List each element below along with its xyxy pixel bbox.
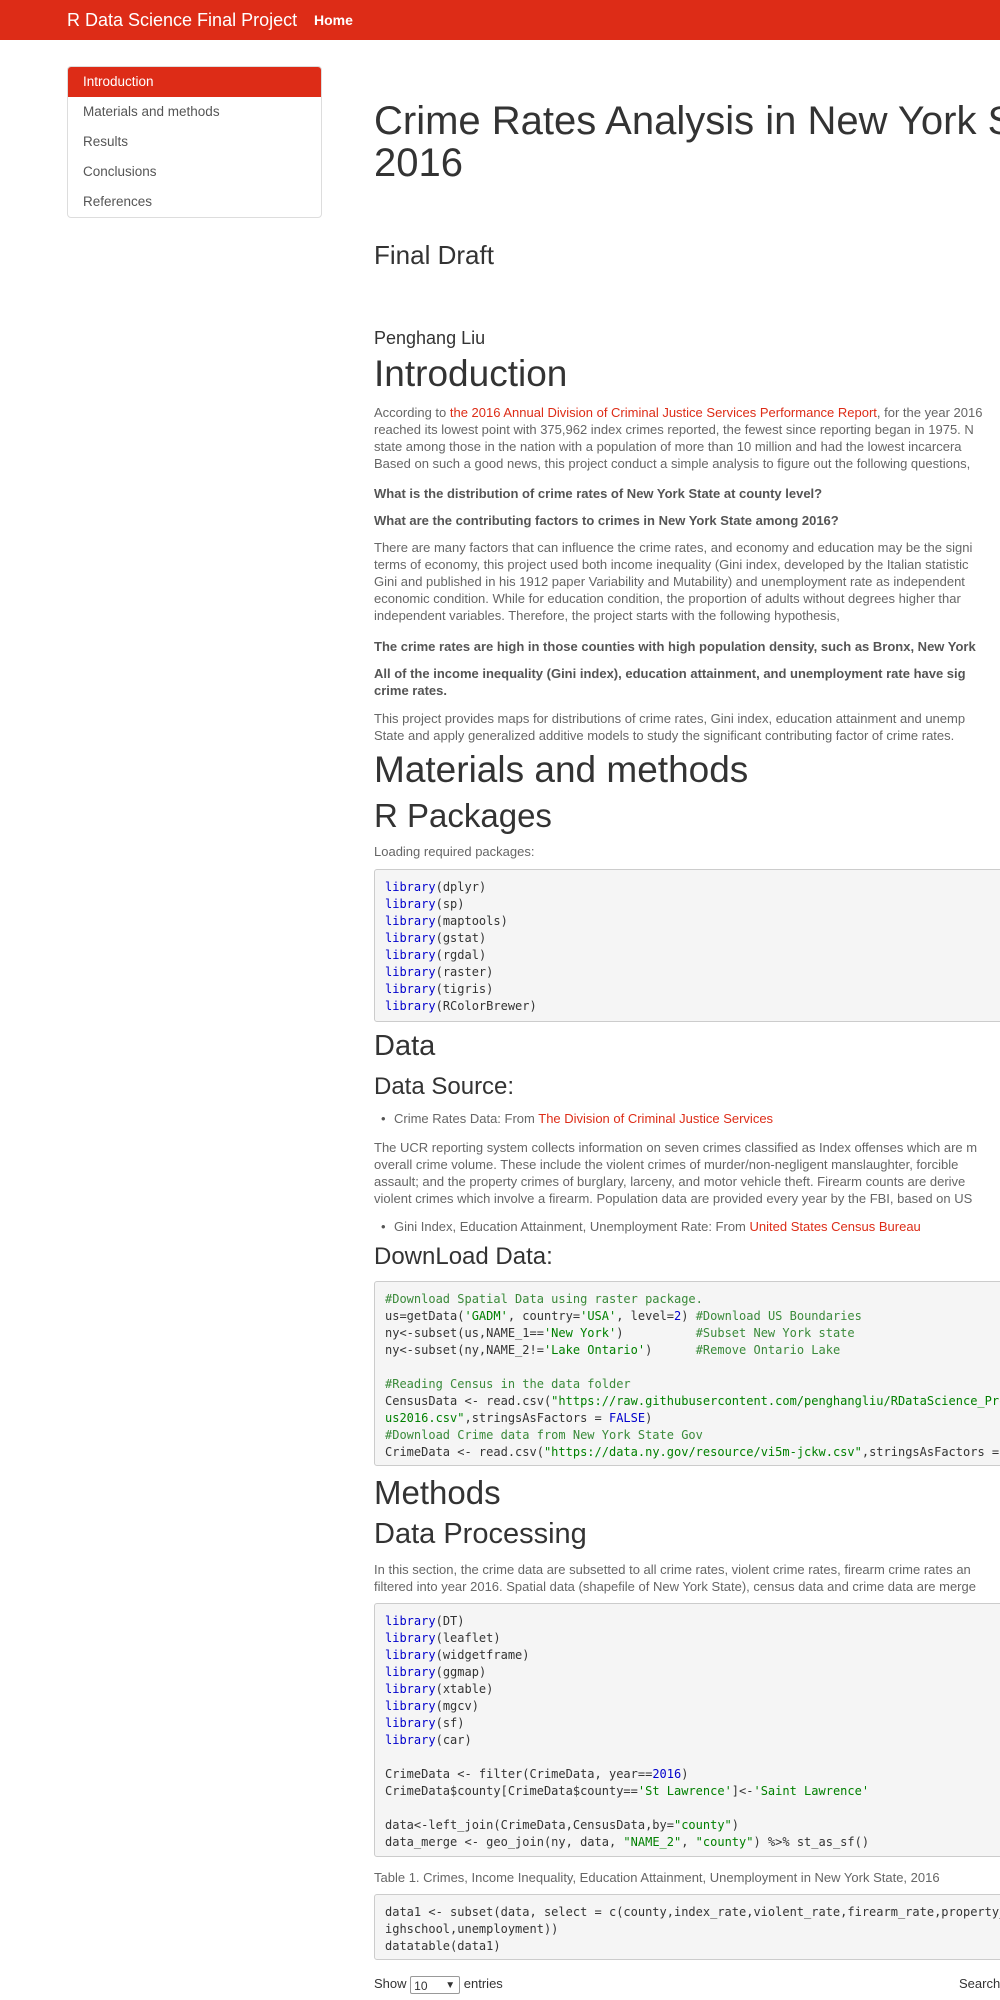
loading-packages-text: Loading required packages: xyxy=(374,844,535,859)
page-subtitle: Final Draft xyxy=(374,240,494,270)
ucr-paragraph-line: violent crimes which involve a firearm. … xyxy=(374,1191,973,1206)
chevron-down-icon: ▼ xyxy=(445,1979,456,1991)
code-line: library(maptools) xyxy=(385,914,508,928)
code-line: us2016.csv",stringsAsFactors = FALSE) xyxy=(385,1411,653,1425)
code-line: library(sp) xyxy=(385,897,465,911)
dcjs-link[interactable]: The Division of Criminal Justice Service… xyxy=(538,1111,773,1126)
census-bureau-link[interactable]: United States Census Bureau xyxy=(750,1219,921,1234)
factors-paragraph-line: terms of economy, this project used both… xyxy=(374,557,969,572)
toc-item-conclusions[interactable]: Conclusions xyxy=(68,157,321,187)
code-line: CrimeData <- filter(CrimeData, year==201… xyxy=(385,1767,689,1781)
intro-text: According to xyxy=(374,405,450,420)
intro-paragraph-line: reached its lowest point with 375,962 in… xyxy=(374,422,974,437)
code-line: ny<-subset(us,NAME_1=='New York') #Subse… xyxy=(385,1326,855,1340)
author-name: Penghang Liu xyxy=(374,328,486,348)
factors-paragraph-line: Gini and published in his 1912 paper Var… xyxy=(374,574,965,589)
code-line: library(dplyr) xyxy=(385,880,487,894)
code-line: CrimeData <- read.csv("https://data.ny.g… xyxy=(385,1445,1000,1459)
code-line: data<-left_join(CrimeData,CensusData,by=… xyxy=(385,1818,740,1832)
toc-item-results[interactable]: Results xyxy=(68,127,321,157)
code-line: CrimeData$county[CrimeData$county=='St L… xyxy=(385,1784,870,1798)
intro-paragraph-line: state among those in the nation with a p… xyxy=(374,439,962,454)
code-line: library(widgetframe) xyxy=(385,1648,530,1662)
code-line: library(raster) xyxy=(385,965,494,979)
code-line: data1 <- subset(data, select = c(county,… xyxy=(385,1905,1000,1919)
code-line: library(ggmap) xyxy=(385,1665,487,1679)
toc-item-materials[interactable]: Materials and methods xyxy=(68,97,321,127)
entries-label: entries xyxy=(463,1976,503,1991)
top-navbar: R Data Science Final Project Home xyxy=(0,0,1000,40)
r-packages-heading: R Packages xyxy=(374,797,552,834)
code-block-processing: library(DT) library(leaflet) library(wid… xyxy=(374,1603,1000,1857)
code-line: ighschool,unemployment)) xyxy=(385,1922,559,1936)
factors-paragraph-line: economic condition. While for education … xyxy=(374,591,961,606)
code-line: library(rgdal) xyxy=(385,948,487,962)
bullet-text: Crime Rates Data: From xyxy=(394,1111,539,1126)
ucr-paragraph-line: The UCR reporting system collects inform… xyxy=(374,1140,978,1155)
code-line: library(DT) xyxy=(385,1614,465,1628)
nav-home-link[interactable]: Home xyxy=(314,12,353,28)
hypothesis-2-cont: crime rates. xyxy=(374,683,447,698)
ucr-paragraph-line: assault; and the property crimes of burg… xyxy=(374,1174,966,1189)
code-line: CensusData <- read.csv("https://raw.gith… xyxy=(385,1394,1000,1408)
table-of-contents: Introduction Materials and methods Resul… xyxy=(67,66,322,218)
dcjs-report-link[interactable]: the 2016 Annual Division of Criminal Jus… xyxy=(450,405,877,420)
code-line: #Download Crime data from New York State… xyxy=(385,1428,703,1442)
download-heading: DownLoad Data: xyxy=(374,1243,553,1270)
code-line: datatable(data1) xyxy=(385,1939,501,1953)
code-line: library(sf) xyxy=(385,1716,465,1730)
factors-paragraph-line: independent variables. Therefore, the pr… xyxy=(374,608,840,623)
question-1: What is the distribution of crime rates … xyxy=(374,486,823,501)
code-line: library(RColorBrewer) xyxy=(385,999,537,1013)
materials-heading: Materials and methods xyxy=(374,749,749,790)
page-title-line2: 2016 xyxy=(374,141,463,185)
bullet-crime-data: Crime Rates Data: From The Division of C… xyxy=(381,1111,773,1126)
data-heading: Data xyxy=(374,1030,436,1062)
bullet-text: Gini Index, Education Attainment, Unempl… xyxy=(394,1219,750,1234)
code-line: library(mgcv) xyxy=(385,1699,479,1713)
code-line: us=getData('GADM', country='USA', level=… xyxy=(385,1309,862,1323)
entries-control: Show 10 ▼ entries xyxy=(374,1975,503,1994)
code-block-download: #Download Spatial Data using raster pack… xyxy=(374,1281,1000,1466)
code-line: library(car) xyxy=(385,1733,472,1747)
hypothesis-1: The crime rates are high in those counti… xyxy=(374,639,976,654)
intro-paragraph-line: Based on such a good news, this project … xyxy=(374,456,971,471)
code-line: library(xtable) xyxy=(385,1682,494,1696)
code-line: #Reading Census in the data folder xyxy=(385,1377,631,1391)
code-line: library(leaflet) xyxy=(385,1631,501,1645)
code-line: library(gstat) xyxy=(385,931,487,945)
intro-paragraph-line: According to the 2016 Annual Division of… xyxy=(374,404,982,421)
question-2: What are the contributing factors to cri… xyxy=(374,513,839,528)
page-title-line1: Crime Rates Analysis in New York St xyxy=(374,99,1000,143)
bullet-census-data: Gini Index, Education Attainment, Unempl… xyxy=(381,1219,921,1234)
introduction-heading: Introduction xyxy=(374,353,568,394)
data-source-heading: Data Source: xyxy=(374,1073,515,1100)
search-label: Search xyxy=(959,1976,1000,1991)
brand-title[interactable]: R Data Science Final Project xyxy=(67,10,297,31)
show-label: Show xyxy=(374,1976,407,1991)
table-caption: Table 1. Crimes, Income Inequality, Educ… xyxy=(374,1870,940,1885)
code-block-libraries: library(dplyr) library(sp) library(mapto… xyxy=(374,869,1000,1022)
toc-item-references[interactable]: References xyxy=(68,187,321,217)
intro-text: , for the year 2016 xyxy=(876,405,983,420)
ucr-paragraph-line: overall crime volume. These include the … xyxy=(374,1157,959,1172)
toc-item-introduction[interactable]: Introduction xyxy=(68,67,321,97)
processing-paragraph-line: filtered into year 2016. Spatial data (s… xyxy=(374,1579,976,1594)
data-processing-heading: Data Processing xyxy=(374,1518,587,1550)
code-line: data_merge <- geo_join(ny, data, "NAME_2… xyxy=(385,1835,870,1849)
entries-select[interactable]: 10 ▼ xyxy=(410,1975,461,1994)
processing-paragraph-line: In this section, the crime data are subs… xyxy=(374,1562,971,1577)
code-line: ny<-subset(ny,NAME_2!='Lake Ontario') #R… xyxy=(385,1343,841,1357)
code-line: #Download Spatial Data using raster pack… xyxy=(385,1292,703,1306)
maps-paragraph-line: This project provides maps for distribut… xyxy=(374,711,966,726)
hypothesis-2: All of the income inequality (Gini index… xyxy=(374,666,966,681)
factors-paragraph-line: There are many factors that can influenc… xyxy=(374,540,973,555)
code-line: library(tigris) xyxy=(385,982,494,996)
code-block-datatable: data1 <- subset(data, select = c(county,… xyxy=(374,1894,1000,1960)
maps-paragraph-line: State and apply generalized additive mod… xyxy=(374,728,955,743)
methods-heading: Methods xyxy=(374,1474,501,1511)
